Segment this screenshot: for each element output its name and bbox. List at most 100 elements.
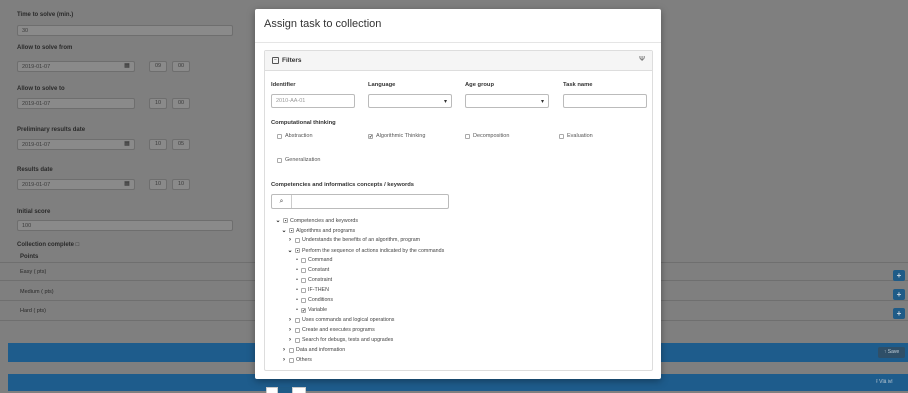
add-medium-button[interactable]: + xyxy=(893,289,905,300)
chevron-right-icon[interactable]: › xyxy=(287,317,293,323)
tree-node[interactable]: › Understands the benefits of an algorit… xyxy=(287,237,420,243)
chevron-down-icon[interactable]: ⌄ xyxy=(275,217,281,224)
time-to-solve-label: Time to solve (min.) xyxy=(17,12,74,18)
tree-leaf[interactable]: • ✔ Variable xyxy=(295,307,327,313)
checkbox-icon[interactable] xyxy=(301,297,306,303)
tree-leaf[interactable]: • Command xyxy=(295,257,332,263)
easy-points-label: Easy ( pts) xyxy=(20,269,47,275)
chevron-right-icon[interactable]: › xyxy=(287,327,293,333)
tree-node[interactable]: ⌄ ▪ Perform the sequence of actions indi… xyxy=(287,247,445,255)
checkbox-label: Abstraction xyxy=(285,133,313,139)
identifier-input[interactable]: 2010-AA-01 xyxy=(271,94,355,108)
tree-node[interactable]: › Search for debugs, tests and upgrades xyxy=(287,337,393,343)
calendar-icon[interactable]: ▦ xyxy=(122,179,132,190)
checkbox-icon[interactable] xyxy=(559,133,564,139)
checkbox-icon[interactable] xyxy=(289,347,294,353)
initial-score-label: Initial score xyxy=(17,209,51,215)
checkbox-icon[interactable] xyxy=(277,133,282,139)
results-date-label: Results date xyxy=(17,167,53,173)
language-label: Language xyxy=(368,82,396,88)
tree-node[interactable]: › Create and executes programs xyxy=(287,327,375,333)
tree-node-label: Search for debugs, tests and upgrades xyxy=(302,337,394,343)
checkbox-icon[interactable] xyxy=(301,277,306,283)
chevron-right-icon[interactable]: › xyxy=(287,337,293,343)
results-hour-input[interactable]: 10 xyxy=(149,179,167,190)
time-to-solve-input[interactable]: 30 xyxy=(17,25,233,36)
chevron-right-icon[interactable]: › xyxy=(281,347,287,353)
prelim-date-input[interactable]: 2019-01-07 xyxy=(17,139,135,150)
chevron-right-icon[interactable]: › xyxy=(287,237,293,243)
tree-node[interactable]: › Others xyxy=(281,357,312,363)
checkbox-generalization[interactable]: Generalization xyxy=(277,157,320,163)
checkbox-checked-icon[interactable]: ✔ xyxy=(368,133,373,139)
checkbox-partial-icon[interactable]: ▪ xyxy=(283,218,288,223)
results-minute-input[interactable]: 10 xyxy=(172,179,190,190)
allow-from-date-input[interactable]: 2019-01-07 xyxy=(17,61,135,72)
checkbox-evaluation[interactable]: Evaluation xyxy=(559,133,593,139)
tree-leaf[interactable]: • Constant xyxy=(295,267,329,273)
pagination-prev[interactable] xyxy=(266,387,278,393)
keywords-label: Competencies and informatics concepts / … xyxy=(271,182,415,188)
chevron-right-icon[interactable]: › xyxy=(281,357,287,363)
prelim-minute-input[interactable]: 05 xyxy=(172,139,190,150)
pagination-current[interactable] xyxy=(278,387,292,393)
pagination-next[interactable] xyxy=(292,387,306,393)
add-hard-button[interactable]: + xyxy=(893,308,905,319)
tree-leaf[interactable]: • IF-THEN xyxy=(295,287,329,293)
checkbox-icon[interactable] xyxy=(289,357,294,363)
allow-to-hour-input[interactable]: 10 xyxy=(149,98,167,109)
task-name-input[interactable] xyxy=(563,94,647,108)
checkbox-icon[interactable] xyxy=(277,157,282,163)
checkbox-algorithmic-thinking[interactable]: ✔ Algorithmic Thinking xyxy=(368,133,425,139)
bullet-icon: • xyxy=(296,297,298,303)
tree-node-label: Perform the sequence of actions indicate… xyxy=(302,247,445,254)
identifier-label: Identifier xyxy=(271,82,296,88)
chevron-down-icon[interactable]: ⌄ xyxy=(281,227,287,234)
tree-node-label: Others xyxy=(296,357,312,363)
tree-leaf[interactable]: • Constraint xyxy=(295,277,332,283)
age-group-select[interactable]: ▾ xyxy=(465,94,549,108)
filter-icon[interactable]: Ψ xyxy=(639,56,645,63)
keyword-search-input[interactable]: ⌕ xyxy=(271,194,449,209)
allow-from-hour-input[interactable]: 09 xyxy=(149,61,167,72)
add-easy-button[interactable]: + xyxy=(893,270,905,281)
checkbox-icon[interactable] xyxy=(301,257,306,263)
tree-leaf[interactable]: • Conditions xyxy=(295,297,333,303)
save-button[interactable]: ↑ Save xyxy=(878,347,905,358)
allow-to-date-input[interactable]: 2019-01-07 xyxy=(17,98,135,109)
chevron-down-icon[interactable]: ⌄ xyxy=(287,247,293,254)
checkbox-abstraction[interactable]: Abstraction xyxy=(277,133,313,139)
allow-to-minute-input[interactable]: 00 xyxy=(172,98,190,109)
checkbox-partial-icon[interactable]: ▪ xyxy=(289,228,294,233)
checkbox-label: Evaluation xyxy=(567,133,593,139)
checkbox-icon[interactable] xyxy=(465,133,470,139)
results-date-input[interactable]: 2019-01-07 xyxy=(17,179,135,190)
checkbox-label: Algorithmic Thinking xyxy=(376,133,426,139)
tree-node[interactable]: ⌄ ▪ Algorithms and programs xyxy=(281,227,355,235)
hard-points-label: Hard ( pts) xyxy=(20,308,46,314)
checkbox-icon[interactable] xyxy=(301,267,306,273)
calendar-icon[interactable]: ▦ xyxy=(122,139,132,150)
checkbox-checked-icon[interactable]: ✔ xyxy=(301,307,306,313)
allow-from-minute-input[interactable]: 00 xyxy=(172,61,190,72)
collection-complete-label[interactable]: Collection complete □ xyxy=(17,242,79,248)
checkbox-icon[interactable] xyxy=(301,287,306,293)
tree-node[interactable]: › Data and information xyxy=(281,347,345,353)
checkbox-icon[interactable] xyxy=(295,327,300,333)
checkbox-icon[interactable] xyxy=(295,317,300,323)
filters-header[interactable]: − Filters Ψ xyxy=(265,51,652,71)
tree-node-label: Variable xyxy=(308,307,328,313)
calendar-icon[interactable]: ▦ xyxy=(122,61,132,72)
initial-score-input[interactable]: 100 xyxy=(17,220,233,231)
language-select[interactable]: ▾ xyxy=(368,94,452,108)
bullet-icon: • xyxy=(296,277,298,283)
prelim-hour-input[interactable]: 10 xyxy=(149,139,167,150)
tree-node[interactable]: › Uses commands and logical operations xyxy=(287,317,394,323)
checkbox-partial-icon[interactable]: ▪ xyxy=(295,248,300,253)
search-icon[interactable]: ⌕ xyxy=(272,195,292,208)
checkbox-icon[interactable] xyxy=(295,237,300,243)
tree-node[interactable]: ⌄ ▪ Competencies and keywords xyxy=(275,217,358,225)
checkbox-decomposition[interactable]: Decomposition xyxy=(465,133,509,139)
checkbox-icon[interactable] xyxy=(295,337,300,343)
minus-square-icon[interactable]: − xyxy=(272,57,279,64)
